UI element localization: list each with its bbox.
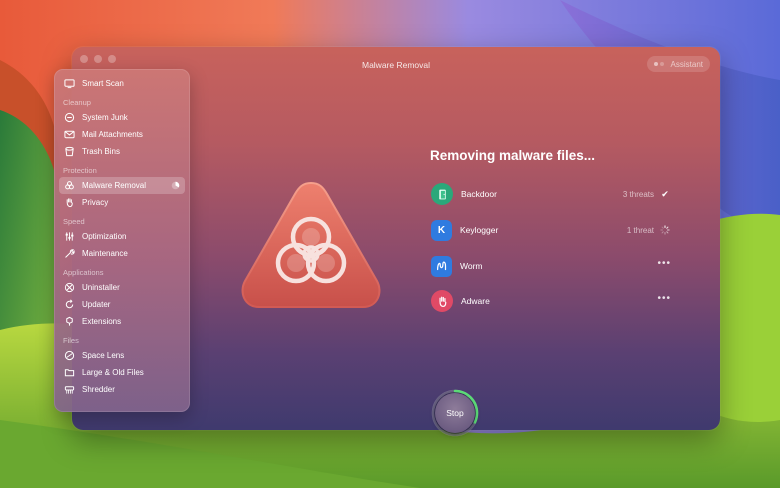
spinner-icon [659,224,671,236]
trash-icon [64,146,75,157]
shredder-icon [64,384,75,395]
threat-row-adware[interactable]: Adware ••• [431,289,671,313]
sidebar-item-label: Trash Bins [82,147,120,156]
assistant-button[interactable]: Assistant [647,56,710,72]
sidebar-item-label: Updater [82,300,111,309]
sidebar-item-malware-removal[interactable]: Malware Removal [59,177,185,194]
sidebar-item-label: Malware Removal [82,181,147,190]
sidebar-item-label: Large & Old Files [82,368,144,377]
sidebar-item-extensions[interactable]: Extensions [59,313,185,330]
junk-icon [64,112,75,123]
mail-icon [64,129,75,140]
sidebar-item-label: Uninstaller [82,283,120,292]
threat-name: Keylogger [460,225,499,235]
scan-progress-icon [171,181,180,190]
sidebar-item-label: Maintenance [82,249,128,258]
sidebar-item-optimization[interactable]: Optimization [59,228,185,245]
updater-icon [64,299,75,310]
uninstaller-icon [64,282,75,293]
wrench-icon [64,248,75,259]
worm-icon [431,255,452,277]
sidebar-section-protection: Protection [63,166,97,175]
checkmark-icon: ✔ [661,188,669,199]
monitor-icon [64,78,75,89]
threat-name: Worm [460,261,483,271]
space-lens-icon [64,350,75,361]
sidebar-item-updater[interactable]: Updater [59,296,185,313]
sidebar-item-shredder[interactable]: Shredder [59,381,185,398]
folder-icon [64,367,75,378]
sidebar-item-label: Optimization [82,232,127,241]
sidebar-item-label: Shredder [82,385,115,394]
sidebar-item-trash-bins[interactable]: Trash Bins [59,143,185,160]
threat-row-backdoor[interactable]: Backdoor 3 threats ✔ [431,182,671,206]
sidebar: Smart Scan Cleanup System Junk Mail Atta… [54,69,190,412]
stop-control: Stop [429,387,481,439]
sidebar-section-cleanup: Cleanup [63,98,91,107]
sidebar-item-label: Extensions [82,317,122,326]
sidebar-section-files: Files [63,336,79,345]
door-icon [431,183,453,205]
keylogger-icon-letter: K [437,224,446,236]
sidebar-item-uninstaller[interactable]: Uninstaller [59,279,185,296]
scan-heading: Removing malware files... [430,148,596,163]
assistant-label: Assistant [670,59,703,69]
sidebar-item-large-old-files[interactable]: Large & Old Files [59,364,185,381]
stop-button[interactable]: Stop [435,393,475,433]
sidebar-item-label: Smart Scan [82,79,124,88]
sidebar-item-privacy[interactable]: Privacy [59,194,185,211]
more-dots-icon: ••• [657,293,671,304]
biohazard-icon [64,180,75,191]
sidebar-item-smart-scan[interactable]: Smart Scan [59,75,185,92]
hand-icon [64,197,75,208]
threat-count: 3 threats [622,189,654,199]
sidebar-item-label: Space Lens [82,351,125,360]
extensions-icon [64,316,75,327]
sidebar-item-label: Mail Attachments [82,130,143,139]
sidebar-section-speed: Speed [63,217,85,226]
keyboard-k-icon: K [431,219,452,241]
threat-row-worm[interactable]: Worm ••• [431,254,671,278]
sidebar-section-applications: Applications [63,268,104,277]
threat-row-keylogger[interactable]: K Keylogger 1 threat [431,218,671,242]
threat-name: Backdoor [461,189,497,199]
threat-name: Adware [461,296,490,306]
threat-count: 1 threat [626,225,654,235]
sidebar-item-mail-attachments[interactable]: Mail Attachments [59,126,185,143]
biohazard-hero-icon [241,181,381,308]
sidebar-item-label: System Junk [82,113,128,122]
assistant-dots-icon [654,62,664,66]
sidebar-item-maintenance[interactable]: Maintenance [59,245,185,262]
sidebar-item-system-junk[interactable]: System Junk [59,109,185,126]
more-dots-icon: ••• [657,258,671,269]
sidebar-item-space-lens[interactable]: Space Lens [59,347,185,364]
adware-hand-icon [431,290,453,312]
sliders-icon [64,231,75,242]
sidebar-item-label: Privacy [82,198,109,207]
